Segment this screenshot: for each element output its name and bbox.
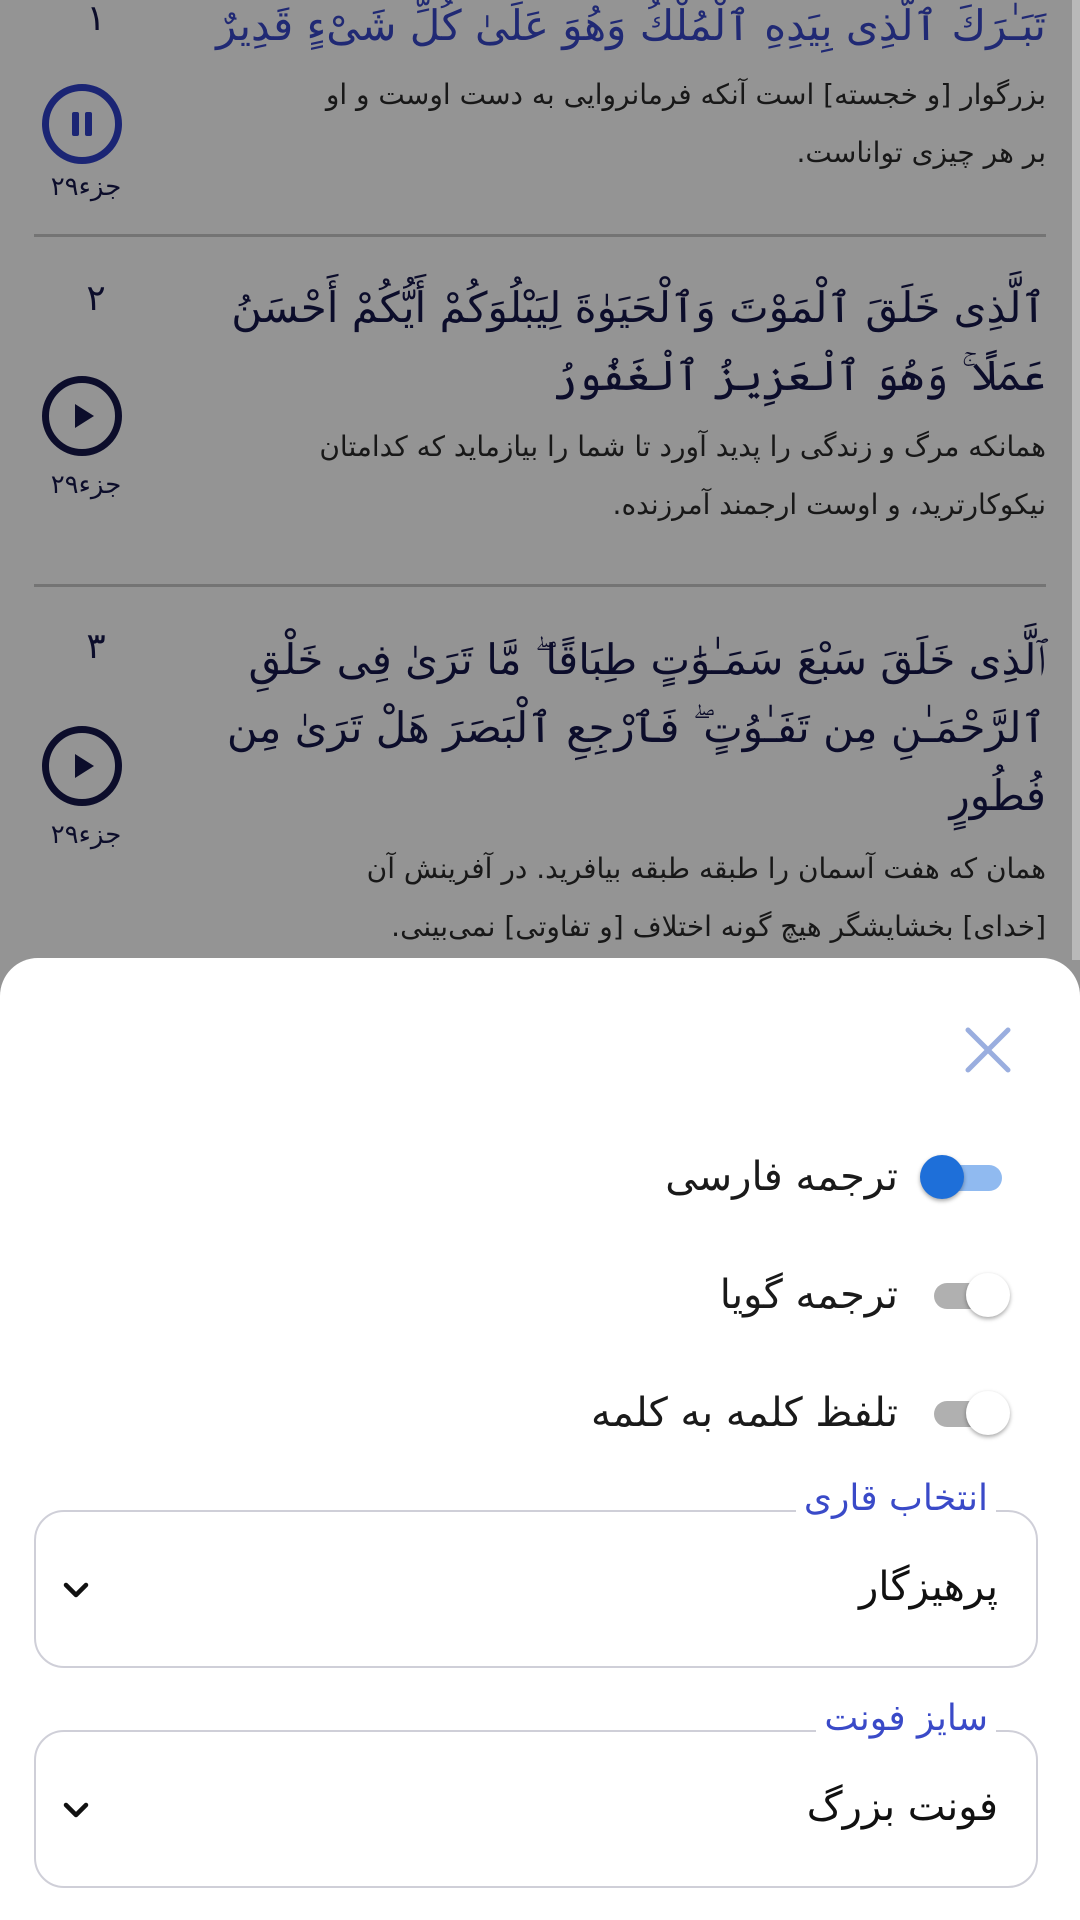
toggle-row-persian-translation[interactable]: ترجمه فارسی xyxy=(665,1132,1012,1222)
reciter-select[interactable]: انتخاب قاری پرهیزگار xyxy=(34,1478,1038,1668)
font-size-select-value: فونت بزرگ xyxy=(806,1784,998,1830)
word-pronunciation-toggle[interactable] xyxy=(920,1383,1012,1443)
toggle-label: ترجمه گویا xyxy=(719,1272,898,1318)
close-button[interactable] xyxy=(958,1020,1018,1080)
toggle-thumb xyxy=(920,1155,964,1199)
toggle-thumb xyxy=(966,1273,1010,1317)
font-size-select[interactable]: سایز فونت فونت بزرگ xyxy=(34,1698,1038,1888)
toggle-thumb xyxy=(966,1391,1010,1435)
chevron-down-icon xyxy=(63,1802,89,1818)
scrollbar[interactable] xyxy=(1072,0,1080,960)
toggle-label: ترجمه فارسی xyxy=(665,1154,898,1200)
chevron-down-icon xyxy=(63,1582,89,1598)
reciter-select-value: پرهیزگار xyxy=(859,1564,998,1610)
audio-translation-toggle[interactable] xyxy=(920,1265,1012,1325)
reciter-select-label: انتخاب قاری xyxy=(795,1478,996,1519)
font-size-select-label: سایز فونت xyxy=(816,1698,996,1739)
close-icon xyxy=(965,1027,1011,1073)
toggle-row-audio-translation[interactable]: ترجمه گویا xyxy=(720,1250,1012,1340)
persian-translation-toggle[interactable] xyxy=(920,1147,1012,1207)
toggle-label: تلفظ کلمه به کلمه xyxy=(590,1390,898,1436)
toggle-row-word-pronunciation[interactable]: تلفظ کلمه به کلمه xyxy=(591,1368,1012,1458)
